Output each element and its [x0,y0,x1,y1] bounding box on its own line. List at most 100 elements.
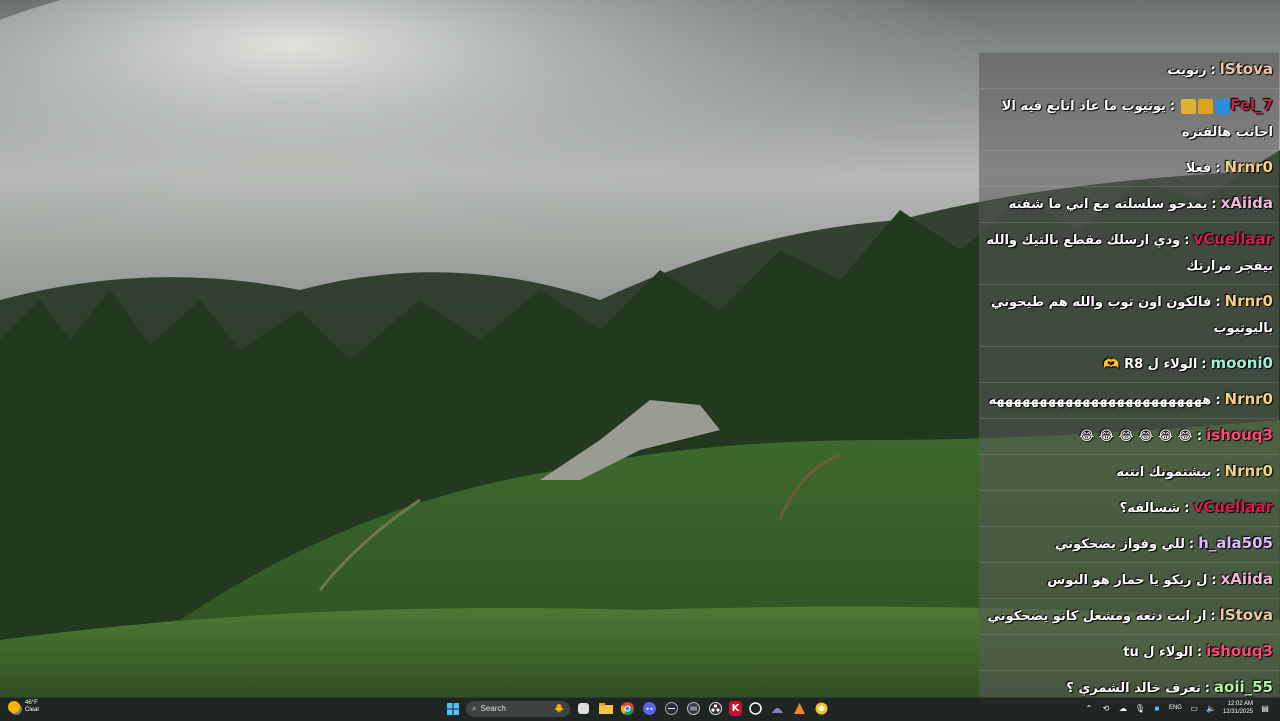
volume-icon[interactable]: 🔈 [1206,703,1216,713]
chat-separator: : [1169,99,1176,114]
chat-username: Nrnr0 [1224,390,1273,408]
chat-username: xAiida [1220,570,1273,588]
weather-temp: 46°F [25,700,38,706]
chat-text: بيشتمونك انتبه [1116,465,1212,480]
chat-message: Fel_7:يوتيوب ما عاد اتابع فيه الا اجانب … [979,88,1279,150]
chat-username: Nrnr0 [1224,158,1273,176]
search-icon: ⌕ [472,703,477,713]
app-icon-5[interactable] [791,700,808,717]
chat-text: 😂 😂 😂 😂 😂 😂 [1079,429,1193,444]
chat-message: Nrnr0:بيشتمونك انتبه [979,454,1279,490]
chat-separator: : [1210,609,1216,624]
chat-separator: : [1204,681,1210,696]
chat-separator: : [1210,63,1216,78]
chat-badge-icon [1181,99,1197,114]
tray-cloud-icon[interactable]: ☁ [1118,703,1128,713]
chat-separator: : [1211,573,1217,588]
task-view-icon[interactable] [578,703,589,714]
chat-message: xAiida:يمدحو سلسلته مع اني ما شفته [979,186,1279,222]
chat-text: تعرف خالد الشمري ؟ [1066,681,1201,696]
chat-separator: : [1184,233,1190,248]
clock-date: 12/31/2025 [1222,709,1253,715]
chat-message: lStova:رتويت [979,52,1279,88]
chat-username: ishouq3 [1206,426,1273,444]
tray-shield-icon[interactable]: ■ [1152,703,1162,713]
chat-badge-icon [1198,99,1214,114]
chat-separator: : [1188,537,1195,552]
system-tray: ⌃ ⟲ ☁ 🎙 ■ ENG ▭ 🔈 12:02 AM 12/31/2025 ▤ [1084,700,1270,716]
chat-separator: : [1196,645,1203,660]
chat-message: Nrnr0:فعلا [979,150,1279,186]
chrome-icon[interactable] [619,700,636,717]
chat-username: h_ala505 [1198,534,1273,552]
chat-overlay: lStova:رتويت Fel_7:يوتيوب ما عاد اتابع في… [979,52,1279,706]
chat-message: ishouq3:😂 😂 😂 😂 😂 😂 [979,418,1279,454]
app-icon-6[interactable] [813,700,830,717]
obs-icon[interactable] [707,700,724,717]
taskbar: 46°F Clear ⌕ Search 🐥 K ⌃ ⟲ ☁ 🎙 ■ ENG ▭ [0,697,1280,721]
chat-username: aoii_55 [1213,678,1273,696]
search-label: Search [480,704,506,713]
start-button[interactable] [444,700,461,717]
chat-message: ishouq3:الولاء ل tu [979,634,1279,670]
chat-message: xAiida:ل ريكو يا حمار هو البوس [979,562,1279,598]
chat-separator: : [1215,393,1221,408]
chat-username: ishouq3 [1206,642,1273,660]
chat-username: vCuellaar [1193,498,1273,516]
chat-username: lStova [1219,606,1273,624]
chat-message: vCuellaar:شسالفه؟ [979,490,1279,526]
chevron-up-icon[interactable]: ⌃ [1084,703,1094,713]
chat-message: vCuellaar:ودي ارسلك مقطع بالتيك والله بي… [979,222,1279,284]
chat-username: Nrnr0 [1224,292,1273,310]
chat-separator: : [1184,501,1190,516]
chat-badge-icon [1215,99,1231,114]
chat-text: الولاء ل R8 🫶 [1103,357,1198,372]
weather-icon [8,701,20,713]
chat-message: h_ala505:للي وفواز يضحكوني [979,526,1279,562]
chat-separator: : [1215,295,1221,310]
taskbar-search[interactable]: ⌕ Search 🐥 [466,700,570,717]
tray-app-icon[interactable]: ⟲ [1101,703,1111,713]
chat-text: فعلا [1185,161,1212,176]
chat-message: lStova:ار ايت دنعه ومشعل كانو يضحكوني [979,598,1279,634]
app-icon-red[interactable]: K [729,701,742,716]
chat-text: شسالفه؟ [1119,501,1181,516]
chat-username: lStova [1219,60,1273,78]
weather-widget[interactable]: 46°F Clear [8,700,39,714]
chat-text: ار ايت دنعه ومشعل كانو يضحكوني [987,609,1207,624]
chat-message: mooni0:الولاء ل R8 🫶 [979,346,1279,382]
taskbar-apps: ⌕ Search 🐥 K [444,700,830,717]
file-explorer-icon[interactable] [597,700,614,717]
chat-separator: : [1215,161,1221,176]
chat-message: Nrnr0:هههههههههههههههههههههههههه [979,382,1279,418]
discord-icon[interactable] [641,700,658,717]
chat-username: Nrnr0 [1224,462,1273,480]
chat-message: Nrnr0:فالكون اون توب والله هم طيحوني بال… [979,284,1279,346]
chat-username: Fel_7 [1230,96,1273,114]
chat-text: للي وفواز يضحكوني [1055,537,1185,552]
chat-text: الولاء ل tu [1123,645,1193,660]
app-icon-4[interactable] [769,700,786,717]
chat-text: هههههههههههههههههههههههههه [988,393,1212,408]
app-icon-3[interactable] [747,700,764,717]
language-indicator[interactable]: ENG [1169,705,1182,711]
chat-separator: : [1196,429,1203,444]
clock-time: 12:02 AM [1227,701,1253,707]
windows-icon [446,702,459,715]
microphone-icon[interactable]: 🎙 [1135,703,1145,713]
chat-separator: : [1211,197,1217,212]
chat-text: ل ريكو يا حمار هو البوس [1047,573,1208,588]
network-icon[interactable]: ▭ [1189,703,1199,713]
weather-condition: Clear [25,707,40,713]
app-icon-2[interactable] [685,700,702,717]
chat-separator: : [1201,357,1207,372]
chat-text: رتويت [1167,63,1207,78]
chat-text: يمدحو سلسلته مع اني ما شفته [1008,197,1208,212]
chat-username: vCuellaar [1193,230,1273,248]
clock[interactable]: 12:02 AM 12/31/2025 [1223,700,1253,716]
chat-separator: : [1215,465,1221,480]
search-highlight-icon: 🐥 [554,704,564,713]
chat-username: mooni0 [1210,354,1274,372]
notification-icon[interactable]: ▤ [1260,703,1270,713]
app-icon-1[interactable] [663,700,680,717]
